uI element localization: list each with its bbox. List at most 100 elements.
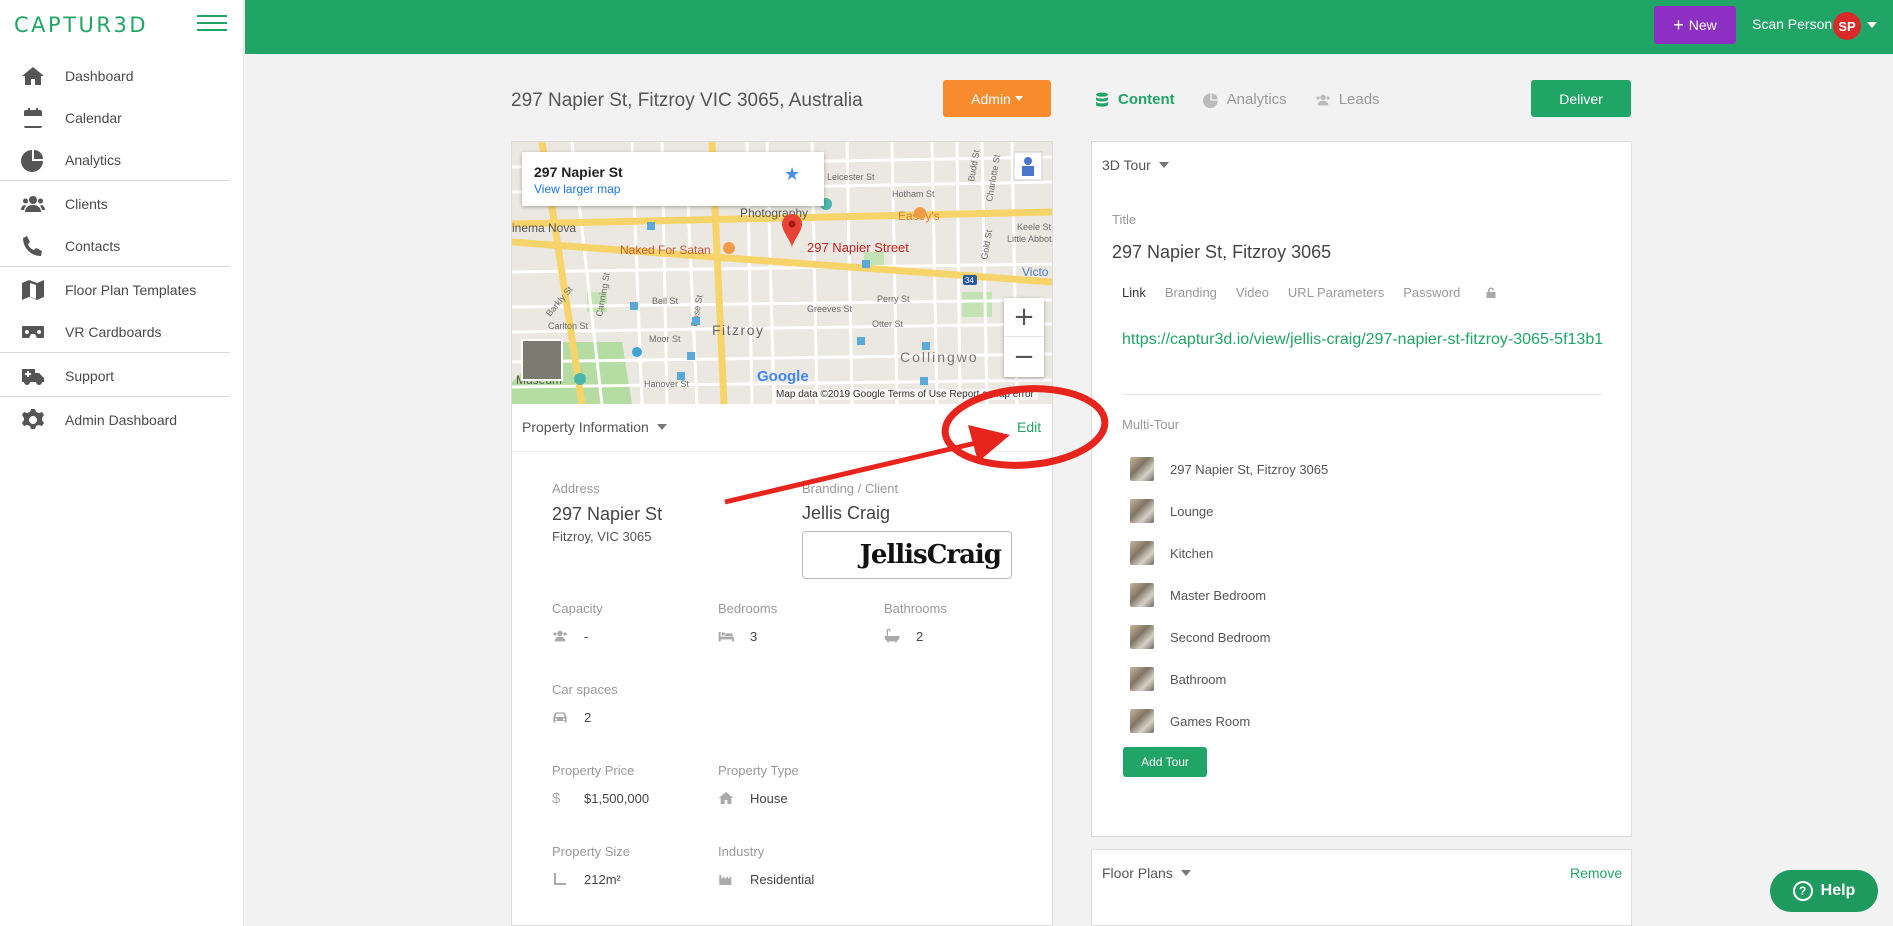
multi-tour-list: 297 Napier St, Fitzroy 3065 Lounge Kitch… [1130, 448, 1570, 742]
edit-link[interactable]: Edit [1017, 419, 1041, 435]
tab-content[interactable]: Content [1094, 91, 1175, 108]
map-info-window: 297 Napier St View larger map ★ [522, 152, 824, 206]
tab-analytics[interactable]: Analytics [1202, 91, 1287, 108]
chevron-down-icon [1158, 162, 1169, 168]
tour-title-label: Title [1112, 212, 1137, 227]
phone-icon [20, 233, 46, 259]
sidebar-item-contacts[interactable]: Contacts [0, 225, 230, 267]
sidebar-item-support[interactable]: Support [0, 355, 230, 397]
hamburger-menu-icon[interactable] [197, 15, 227, 35]
sidebar: CAPTUR3D Dashboard Calendar Analytics Cl… [0, 0, 244, 926]
gear-icon [20, 407, 46, 433]
tour-thumbnail [1130, 709, 1154, 733]
sidebar-item-label: Analytics [65, 151, 122, 168]
property-card: Leicester St Hotham St Budd St Charlotte… [511, 141, 1053, 926]
brand-logo[interactable]: CAPTUR3D [14, 13, 148, 37]
user-menu-chevron-icon[interactable] [1867, 22, 1877, 28]
list-item[interactable]: Second Bedroom [1130, 616, 1570, 658]
map-place-label: Collingwo [900, 349, 979, 365]
deliver-button[interactable]: Deliver [1531, 80, 1631, 117]
tab-leads[interactable]: Leads [1315, 91, 1380, 108]
car-spaces-value: 2 [552, 709, 591, 725]
subtab-password[interactable]: Password [1403, 285, 1497, 300]
sidebar-item-label: Calendar [65, 110, 122, 126]
capacity-value: - [552, 628, 588, 644]
subtab-branding[interactable]: Branding [1165, 285, 1217, 300]
address-line1: 297 Napier St [552, 504, 663, 524]
list-item[interactable]: 297 Napier St, Fitzroy 3065 [1130, 448, 1570, 490]
subtab-url-parameters[interactable]: URL Parameters [1288, 285, 1384, 300]
view-larger-map-link[interactable]: View larger map [534, 182, 620, 196]
help-button[interactable]: ? Help [1770, 870, 1878, 912]
list-item[interactable]: Master Bedroom [1130, 574, 1570, 616]
map-street-label: Leicester St [827, 172, 875, 182]
tour-thumbnail [1130, 499, 1154, 523]
sidebar-item-label: Admin Dashboard [65, 412, 178, 428]
remove-link[interactable]: Remove [1570, 865, 1622, 881]
map-place-label: inema Nova [512, 221, 576, 235]
tour-thumbnail [1130, 667, 1154, 691]
sidebar-item-label: Floor Plan Templates [65, 282, 197, 298]
home-icon [20, 63, 46, 89]
property-info-dropdown[interactable]: Property Information [522, 419, 667, 435]
tour-link[interactable]: https://captur3d.io/view/jellis-craig/29… [1122, 327, 1622, 352]
subtab-video[interactable]: Video [1236, 285, 1269, 300]
price-value: $ $1,500,000 [552, 790, 650, 807]
address-line2: Fitzroy, VIC 3065 [552, 529, 652, 544]
branding-value: Jellis Craig [802, 503, 891, 523]
tour-type-dropdown[interactable]: 3D Tour [1102, 157, 1169, 173]
floor-plans-dropdown[interactable]: Floor Plans [1102, 865, 1191, 881]
map-pin-label: 297 Napier Street [807, 240, 909, 255]
area-icon [554, 873, 566, 885]
lock-icon [1486, 287, 1496, 298]
pie-chart-icon [20, 147, 46, 173]
chevron-down-icon [1014, 96, 1023, 101]
industry-label: Industry [718, 844, 765, 859]
map-zoom-control: + − [1004, 298, 1044, 377]
property-type-label: Property Type [718, 763, 799, 778]
plus-icon: + [1673, 14, 1684, 35]
sidebar-item-vr-cardboards[interactable]: VR Cardboards [0, 311, 230, 353]
sidebar-item-floor-plan-templates[interactable]: Floor Plan Templates [0, 269, 230, 311]
sidebar-item-dashboard[interactable]: Dashboard [0, 55, 230, 97]
chevron-down-icon [656, 424, 667, 430]
tour-thumbnail [1130, 625, 1154, 649]
tour-subtabs: Link Branding Video URL Parameters Passw… [1122, 285, 1516, 300]
map-street-label: Perry St [877, 294, 910, 304]
bathrooms-value: 2 [884, 628, 923, 644]
zoom-in-button[interactable]: + [1004, 298, 1044, 337]
zoom-out-button[interactable]: − [1004, 337, 1044, 376]
tour-thumbnail [1130, 541, 1154, 565]
map-place-label: Naked For Satan [620, 243, 711, 257]
google-logo: Google [757, 368, 809, 385]
map-street-label: Moor St [649, 334, 681, 344]
users-icon [20, 191, 46, 217]
add-tour-button[interactable]: Add Tour [1123, 747, 1207, 777]
sidebar-item-label: Contacts [65, 237, 121, 254]
sidebar-item-calendar[interactable]: Calendar [0, 97, 230, 139]
map[interactable]: Leicester St Hotham St Budd St Charlotte… [512, 142, 1052, 404]
list-item[interactable]: Kitchen [1130, 532, 1570, 574]
calendar-icon [20, 105, 46, 131]
user-name[interactable]: Scan Person [1752, 16, 1832, 32]
multi-tour-label: Multi-Tour [1122, 417, 1180, 432]
bed-icon [718, 632, 734, 642]
pie-chart-icon [1202, 92, 1218, 108]
car-spaces-label: Car spaces [552, 682, 618, 697]
list-item[interactable]: Lounge [1130, 490, 1570, 532]
price-label: Property Price [552, 763, 635, 778]
car-icon [553, 712, 567, 723]
star-icon[interactable]: ★ [784, 164, 800, 185]
new-button[interactable]: + New [1654, 6, 1736, 44]
map-street-label: Victo [1022, 265, 1049, 279]
avatar[interactable]: SP [1833, 12, 1861, 40]
subtab-link[interactable]: Link [1122, 285, 1146, 300]
list-item[interactable]: Games Room [1130, 700, 1570, 742]
sidebar-item-clients[interactable]: Clients [0, 183, 230, 225]
page-title: 297 Napier St, Fitzroy VIC 3065, Austral… [511, 90, 863, 111]
sidebar-item-analytics[interactable]: Analytics [0, 139, 230, 181]
list-item[interactable]: Bathroom [1130, 658, 1570, 700]
sidebar-item-admin-dashboard[interactable]: Admin Dashboard [0, 399, 230, 441]
admin-dropdown-button[interactable]: Admin [943, 80, 1051, 117]
map-street-label: Keele St [1017, 222, 1052, 232]
